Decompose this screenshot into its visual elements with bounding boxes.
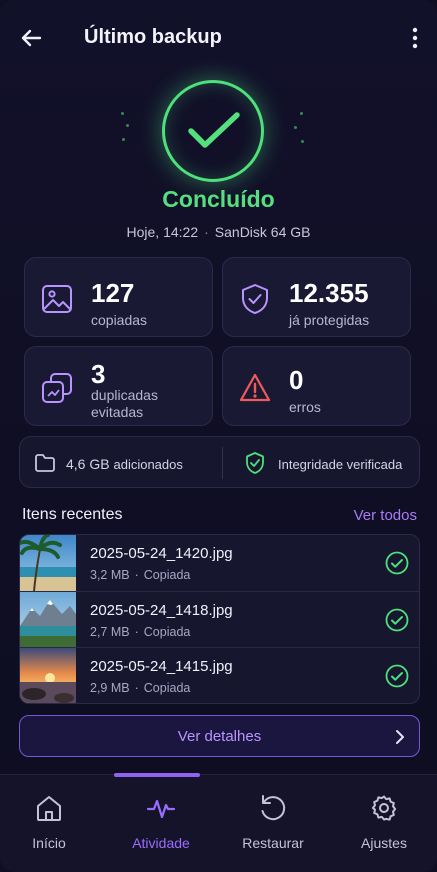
nav-item-ajustes[interactable]: Ajustes xyxy=(339,793,429,851)
backup-status: Concluído xyxy=(162,186,275,212)
gear-icon xyxy=(371,795,397,821)
view-details-button[interactable]: Ver detalhes xyxy=(19,715,420,757)
recent-section-title: Itens recentes xyxy=(22,506,123,523)
file-name: 2025-05-24_1415.jpg xyxy=(90,658,233,675)
backup-device: SanDisk 64 GB xyxy=(214,224,311,240)
check-circle-icon xyxy=(385,664,409,688)
restore-icon xyxy=(261,795,286,821)
sparkle-dot xyxy=(294,126,297,129)
check-circle-icon xyxy=(385,551,409,575)
bottom-navigation: Início Atividade Restaurar Ajustes xyxy=(0,773,437,872)
sparkle-dot xyxy=(121,112,124,115)
shield-check-icon xyxy=(242,284,268,314)
nav-label: Atividade xyxy=(132,835,190,851)
shield-check-icon xyxy=(246,452,264,474)
file-name: 2025-05-24_1418.jpg xyxy=(90,602,233,619)
view-all-link[interactable]: Ver todos xyxy=(354,507,417,524)
view-details-label: Ver detalhes xyxy=(177,728,262,745)
integrity-status: Integridade verificada xyxy=(278,457,403,472)
success-check-icon xyxy=(162,80,264,182)
stat-duplicates-card: 3 duplicadas evitadas xyxy=(24,346,213,426)
file-size: 3,2 MB xyxy=(90,568,130,582)
summary-bar: 4,6 GB adicionados Integridade verificad… xyxy=(19,436,420,488)
sparkle-dot xyxy=(126,124,129,127)
stat-protected-card: 12.355 já protegidas xyxy=(222,257,411,337)
nav-label: Ajustes xyxy=(361,835,407,851)
file-meta: 3,2 MB · Copiada xyxy=(90,568,191,582)
nav-item-restaurar[interactable]: Restaurar xyxy=(228,793,318,851)
nav-item-atividade[interactable]: Atividade xyxy=(116,793,206,851)
backup-time: Hoje, 14:22 xyxy=(126,224,199,240)
active-tab-indicator xyxy=(114,773,200,777)
stat-label: copiadas xyxy=(91,312,148,328)
file-status: Copiada xyxy=(143,568,191,582)
sparkle-dot xyxy=(300,112,303,115)
added-label: adicionados xyxy=(113,457,183,472)
more-options-icon[interactable] xyxy=(409,26,421,50)
list-item[interactable]: 2025-05-24_1415.jpg 2,9 MB · Copiada xyxy=(20,647,419,703)
file-name: 2025-05-24_1420.jpg xyxy=(90,545,233,562)
file-meta: 2,7 MB · Copiada xyxy=(90,625,191,639)
stat-label: duplicadas evitadas xyxy=(91,387,158,420)
file-status: Copiada xyxy=(143,625,191,639)
page-title: Último backup xyxy=(84,26,222,48)
chevron-right-icon xyxy=(396,730,404,744)
nav-label: Restaurar xyxy=(242,835,304,851)
home-icon xyxy=(37,796,61,821)
stat-value: 127 xyxy=(91,278,135,308)
nav-label: Início xyxy=(32,835,66,851)
nav-item-inicio[interactable]: Início xyxy=(4,793,94,851)
list-item[interactable]: 2025-05-24_1420.jpg 3,2 MB · Copiada xyxy=(20,535,419,591)
list-item[interactable]: 2025-05-24_1418.jpg 2,7 MB · Copiada xyxy=(20,591,419,648)
photo-thumbnail-mountain-lake xyxy=(20,592,76,648)
stat-value: 3 xyxy=(91,359,106,389)
image-icon xyxy=(42,285,72,313)
file-size: 2,7 MB xyxy=(90,625,130,639)
duplicate-icon xyxy=(42,373,72,403)
sparkle-dot xyxy=(301,140,304,143)
photo-thumbnail-sunset xyxy=(20,648,76,703)
stat-label: já protegidas xyxy=(289,312,370,328)
app-header: Último backup xyxy=(0,18,437,58)
warning-icon xyxy=(239,373,271,402)
added-size: 4,6 GB adicionados xyxy=(66,456,183,472)
recent-list: 2025-05-24_1420.jpg 3,2 MB · Copiada 2025-… xyxy=(19,534,420,704)
folder-icon xyxy=(35,454,55,472)
sparkle-dot xyxy=(122,138,125,141)
stat-errors-card: 0 erros xyxy=(222,346,411,426)
added-value: 4,6 GB xyxy=(66,456,110,472)
backup-meta: Hoje, 14:22 · SanDisk 64 GB xyxy=(126,224,311,240)
back-arrow-icon[interactable] xyxy=(18,24,46,52)
file-size: 2,9 MB xyxy=(90,681,130,695)
stat-value: 0 xyxy=(289,365,304,395)
activity-icon xyxy=(146,799,176,819)
divider xyxy=(222,447,223,479)
file-meta: 2,9 MB · Copiada xyxy=(90,681,191,695)
file-status: Copiada xyxy=(143,681,191,695)
photo-thumbnail-beach xyxy=(20,535,76,591)
stat-label: erros xyxy=(289,399,321,415)
backup-screen: Último backup Concluído Hoje, 14:22 · SanD… xyxy=(0,0,437,872)
stat-value: 12.355 xyxy=(289,278,369,308)
check-circle-icon xyxy=(385,608,409,632)
stat-copied-card: 127 copiadas xyxy=(24,257,213,337)
